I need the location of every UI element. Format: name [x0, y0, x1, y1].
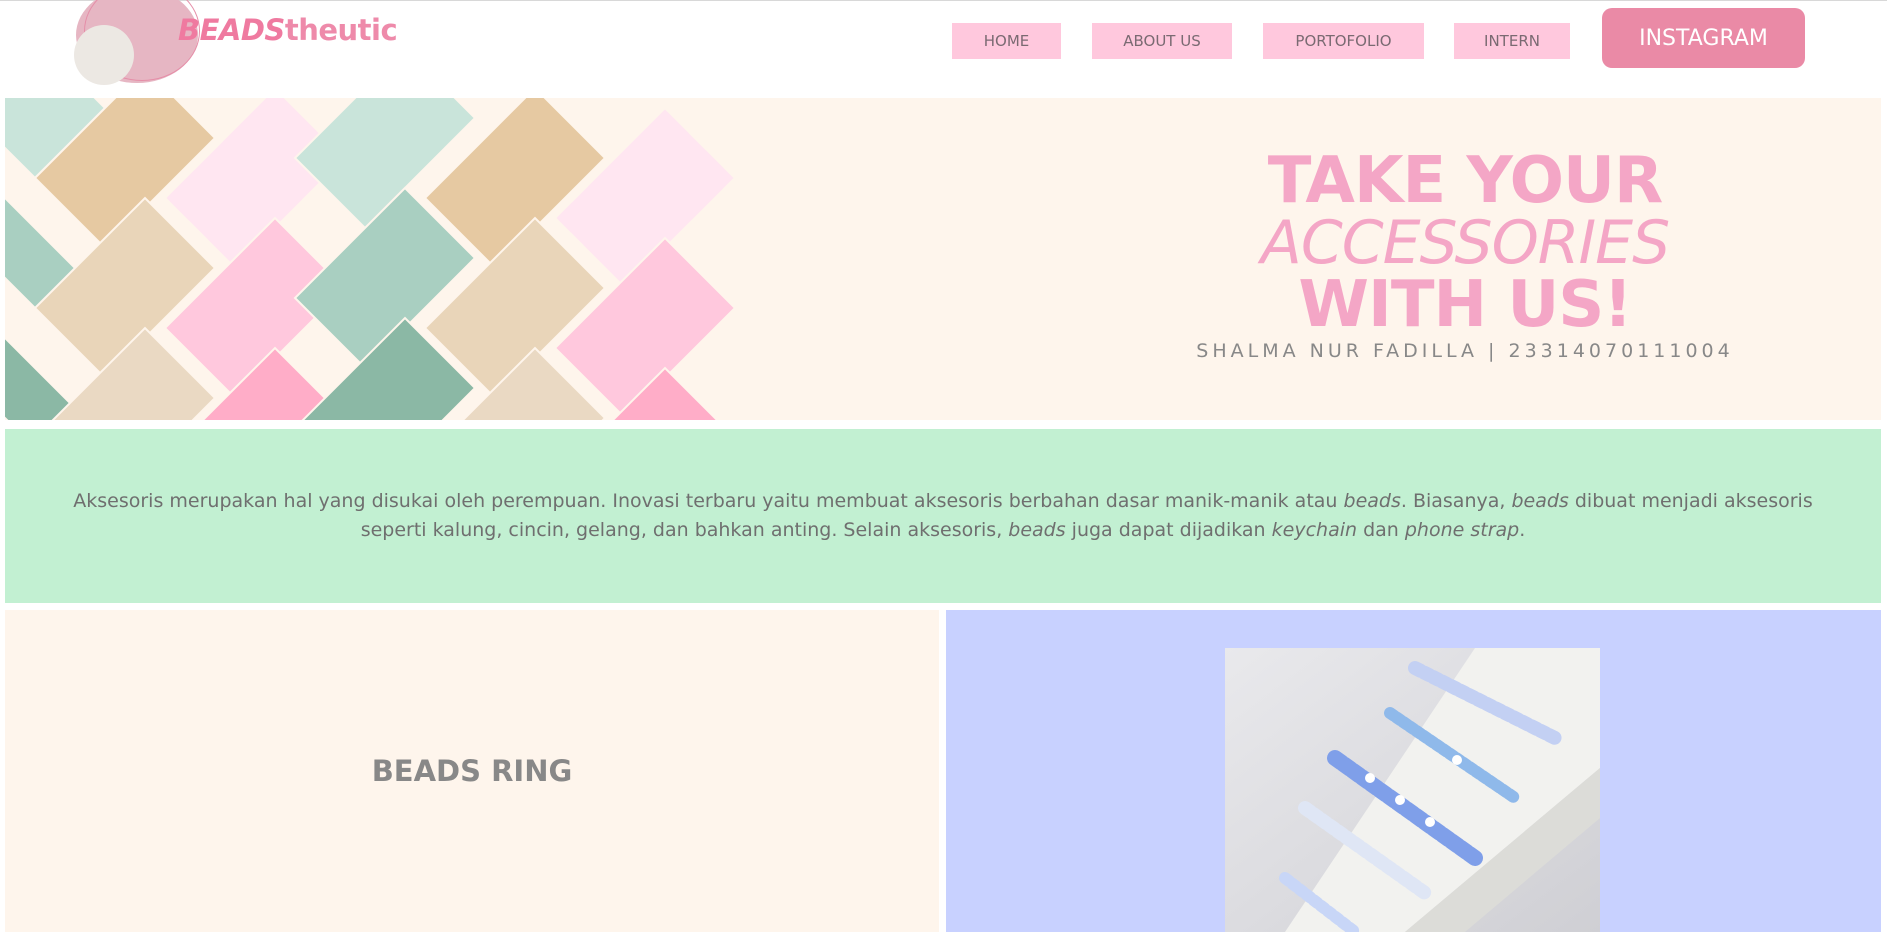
description-part: . — [1519, 519, 1526, 541]
logo-text-suffix: theutic — [284, 13, 398, 47]
nav-about-us[interactable]: ABOUT US — [1092, 23, 1232, 59]
nav-intern[interactable]: INTERN — [1454, 23, 1570, 59]
logo-text: BEADStheutic — [178, 13, 398, 47]
hero-text-block: TAKE YOUR ACCESSORIES WITH US! SHALMA NU… — [1165, 144, 1765, 362]
description-emphasis: phone strap — [1404, 519, 1520, 541]
description-part: juga dapat dijadikan — [1065, 519, 1272, 541]
description-part: dan — [1357, 519, 1405, 541]
product-title: BEADS RING — [371, 754, 573, 788]
description-emphasis: keychain — [1271, 519, 1358, 541]
hero-headline-line-2: ACCESSORIES — [1260, 208, 1670, 278]
logo-circle-small-icon — [74, 25, 134, 85]
product-image-card — [946, 610, 1881, 932]
herringbone-pattern-icon — [5, 98, 737, 420]
beaded-rings-photo — [1225, 648, 1600, 932]
description-emphasis: beads — [1343, 490, 1401, 512]
hero-headline-line-1: TAKE YOUR — [1267, 144, 1664, 218]
hero-subtitle: SHALMA NUR FADILLA | 23314070111004 — [1196, 340, 1734, 362]
hero-headline-line-3: WITH US! — [1298, 268, 1632, 342]
description-part: . Biasanya, — [1400, 490, 1512, 512]
site-header: BEADStheutic HOME ABOUT US PORTOFOLIO IN… — [0, 0, 1887, 96]
hero-banner: TAKE YOUR ACCESSORIES WITH US! SHALMA NU… — [5, 98, 1881, 420]
description-section: Aksesoris merupakan hal yang disukai ole… — [5, 429, 1881, 603]
description-emphasis: beads — [1008, 519, 1066, 541]
nav-home[interactable]: HOME — [952, 23, 1061, 59]
description-text: Aksesoris merupakan hal yang disukai ole… — [65, 487, 1821, 545]
instagram-button[interactable]: INSTAGRAM — [1602, 8, 1805, 68]
description-emphasis: beads — [1511, 490, 1569, 512]
description-part: Aksesoris merupakan hal yang disukai ole… — [73, 490, 1344, 512]
nav-portofolio[interactable]: PORTOFOLIO — [1263, 23, 1424, 59]
product-title-card: BEADS RING — [5, 610, 939, 932]
logo-text-prefix: BEADS — [178, 13, 285, 47]
site-logo[interactable]: BEADStheutic — [70, 0, 410, 91]
